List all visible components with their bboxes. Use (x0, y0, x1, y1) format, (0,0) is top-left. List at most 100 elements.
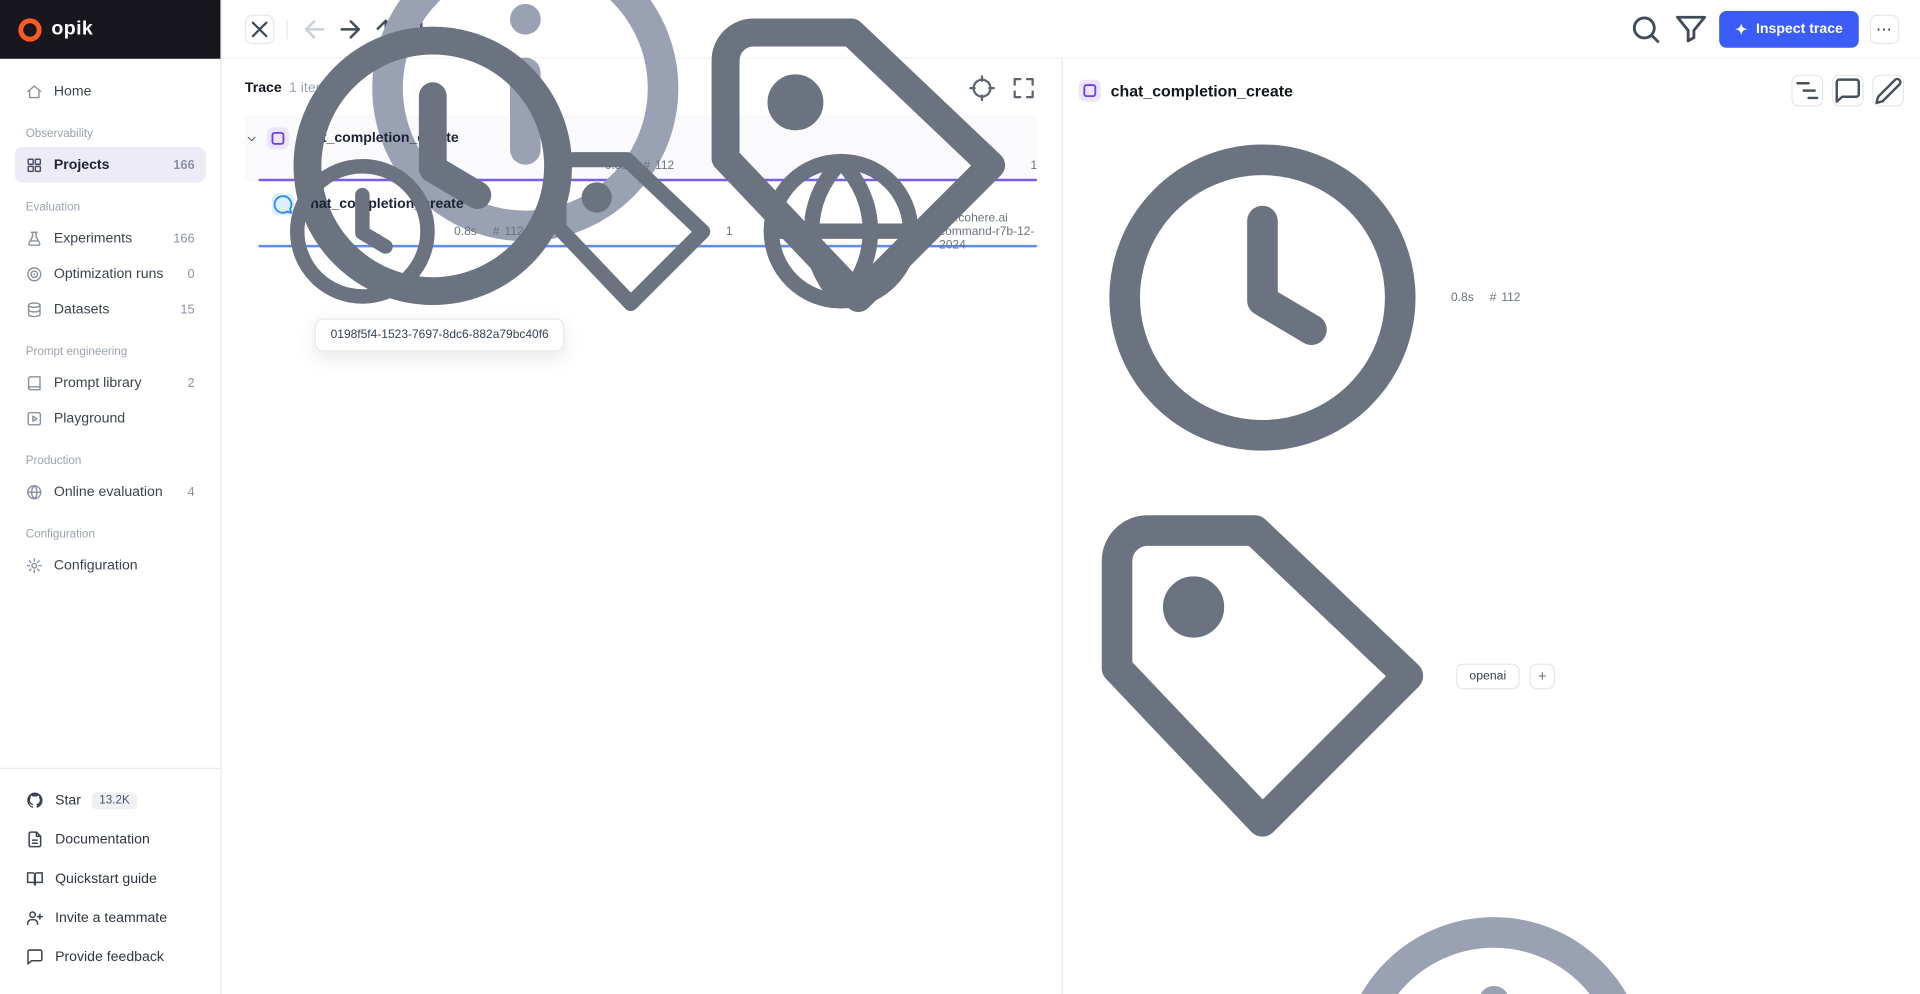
view-waterfall-button[interactable] (1791, 75, 1823, 107)
comments-button[interactable] (1832, 75, 1864, 107)
sidebar-section-label: Observability (15, 127, 206, 140)
sidebar-item-count: 2 (188, 375, 195, 390)
sidebar-item-datasets[interactable]: Datasets 15 (15, 291, 206, 327)
trace-id-tooltip: 0198f5f4-1523-7697-8dc6-882a79bc40f6 (315, 318, 565, 351)
search-icon (1629, 12, 1663, 46)
footer-link-documentation[interactable]: Documentation (15, 820, 206, 859)
hash-icon: # (1490, 291, 1497, 304)
model-name: api.cohere.ai command-r7b-12-2024 (749, 139, 1038, 325)
opik-logo-icon (18, 18, 41, 41)
model-name-value: api.cohere.ai command-r7b-12-2024 (939, 211, 1037, 251)
more-button[interactable]: ⋯ (1870, 14, 1899, 43)
footer-link-label: Provide feedback (55, 950, 164, 965)
sidebar-item-count: 166 (173, 157, 194, 172)
inspect-trace-button[interactable]: ✦ Inspect trace (1719, 10, 1859, 47)
tag-row: openai + (1079, 492, 1904, 859)
sidebar-item-configuration[interactable]: Configuration (15, 547, 206, 583)
duration: 0.8s (276, 145, 477, 319)
sidebar-item-count: 166 (173, 231, 194, 246)
chevron-down-icon[interactable] (245, 132, 258, 145)
sidebar-item-count: 15 (180, 302, 194, 317)
star-label: Star (55, 793, 81, 808)
sidebar-section-label: Configuration (15, 528, 206, 541)
detail-tabs: Input/Output Feedback scores Metadata (1079, 876, 1904, 994)
message-icon (26, 948, 44, 966)
tab-input-output[interactable]: Input/Output (1079, 876, 1163, 994)
filter-button[interactable] (1674, 12, 1708, 46)
clock-icon (276, 145, 450, 319)
sidebar-item-online-evaluation[interactable]: Online evaluation 4 (15, 474, 206, 510)
trace-glyph-icon (1079, 80, 1101, 102)
gear-icon (26, 557, 43, 574)
tab-metadata[interactable]: Metadata (1710, 876, 1769, 994)
sidebar-item-count: 0 (188, 266, 195, 281)
github-star-button[interactable]: Star 13.2K (15, 781, 206, 820)
sidebar-item-experiments[interactable]: Experiments 166 (15, 220, 206, 256)
footer-link-quickstart-guide[interactable]: Quickstart guide (15, 859, 206, 898)
tag-chips: openai (1456, 663, 1520, 689)
sidebar-item-label: Configuration (54, 558, 138, 573)
book-open-icon (26, 870, 44, 888)
github-icon (26, 791, 44, 809)
detail-panel: chat_completion_create 0.8s # 112 (1063, 59, 1920, 994)
globe-icon (26, 483, 43, 500)
sidebar-item-projects[interactable]: Projects 166 (15, 147, 206, 183)
sidebar-item-label: Projects (54, 157, 110, 172)
sidebar: opik Home Observability Projects 166 Evaluat… (0, 0, 222, 994)
clock-icon (1079, 114, 1446, 481)
hash-icon: # (493, 225, 500, 238)
database-icon (26, 301, 43, 318)
detail-actions (1791, 75, 1904, 107)
sidebar-item-playground[interactable]: Playground (15, 400, 206, 436)
main-area: ✦ Inspect trace ⋯ Trace 1 items (222, 0, 1920, 994)
detail-header: chat_completion_create (1079, 76, 1904, 105)
tag-count-value: 1 (726, 225, 733, 238)
duration-value: 0.8s (454, 225, 477, 238)
sidebar-item-label: Optimization runs (54, 266, 164, 281)
search-button[interactable] (1629, 12, 1663, 46)
pencil-icon (1873, 76, 1902, 105)
trace-row-chat-completion-create[interactable]: chat_completion_create0.8s#1121api.coher… (245, 181, 1037, 247)
edit-button[interactable] (1872, 75, 1904, 107)
home-icon (26, 83, 43, 100)
sidebar-footer-links: DocumentationQuickstart guide Invite a te… (15, 820, 206, 977)
sidebar-section-label: Production (15, 454, 206, 467)
tag-chip-openai[interactable]: openai (1456, 663, 1520, 689)
user-plus-icon (26, 909, 44, 927)
trace-row-meta: 0.8s#1121api.cohere.ai command-r7b-12-20… (276, 220, 1038, 242)
globe-icon (749, 139, 935, 325)
tag-icon (539, 141, 721, 323)
play-icon (26, 410, 43, 427)
sidebar-item-label: Prompt library (54, 375, 142, 390)
funnel-icon (1674, 12, 1708, 46)
token-count: #112 (493, 225, 524, 238)
sidebar-item-label: Online evaluation (54, 484, 163, 499)
sidebar-item-home[interactable]: Home (15, 73, 206, 109)
detail-meta: 0.8s # 112 (1079, 114, 1904, 481)
sidebar-item-label: Home (54, 84, 92, 99)
tab-feedback-scores[interactable]: Feedback scores (1196, 876, 1677, 994)
sidebar-item-prompt-library[interactable]: Prompt library 2 (15, 365, 206, 401)
grid-icon (26, 156, 43, 173)
footer-link-invite-a-teammate[interactable]: Invite a teammate (15, 899, 206, 938)
sidebar-item-label: Datasets (54, 302, 110, 317)
book-icon (26, 374, 43, 391)
sidebar-item-count: 4 (188, 484, 195, 499)
sidebar-item-optimization-runs[interactable]: Optimization runs 0 (15, 256, 206, 292)
logo-text: opik (51, 18, 93, 40)
sidebar-nav: Home Observability Projects 166 Evaluation Ex… (0, 59, 220, 768)
logo[interactable]: opik (0, 0, 220, 59)
footer-link-provide-feedback[interactable]: Provide feedback (15, 938, 206, 977)
sidebar-item-label: Playground (54, 411, 125, 426)
sidebar-section-label: Prompt engineering (15, 345, 206, 358)
info-icon (1310, 887, 1677, 994)
add-tag-button[interactable]: + (1529, 663, 1555, 689)
detail-title: chat_completion_create (1111, 81, 1293, 99)
star-count-badge: 13.2K (92, 792, 137, 809)
sidebar-item-label: Experiments (54, 231, 132, 246)
content: Trace 1 items chat_completion_create0.8s… (222, 59, 1920, 994)
app-window: opik Home Observability Projects 166 Evaluat… (0, 0, 1920, 994)
trace-type-icon (1079, 80, 1101, 102)
footer-link-label: Invite a teammate (55, 911, 167, 926)
sidebar-section-label: Evaluation (15, 201, 206, 214)
